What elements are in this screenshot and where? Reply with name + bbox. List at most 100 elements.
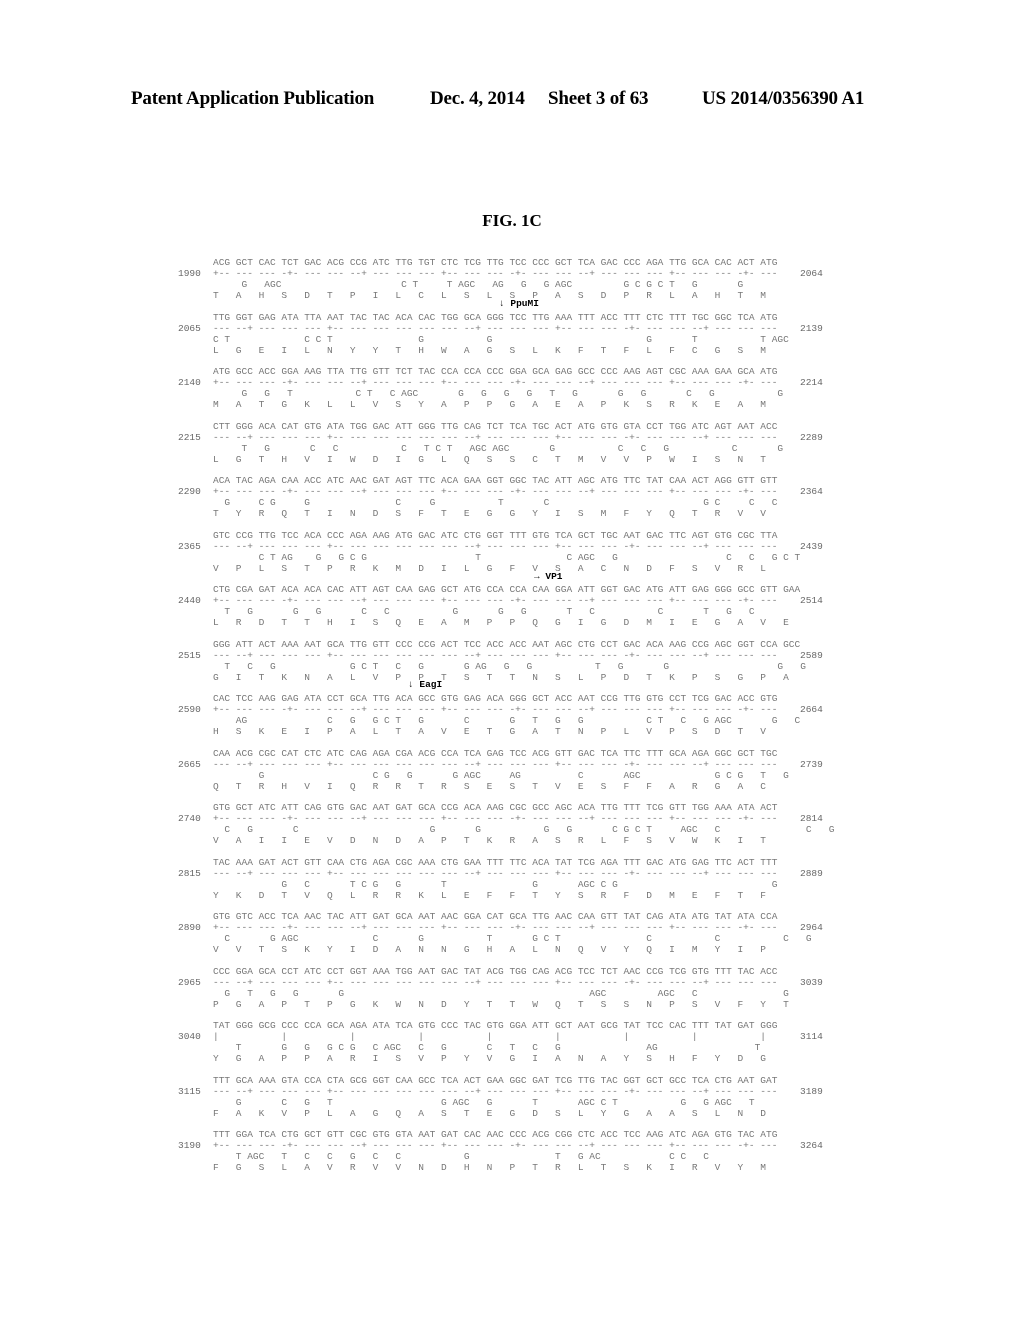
- amino-acid-line: Q T R H V I Q R R T R S E S T V E S F F …: [213, 781, 766, 792]
- dna-sequence-line: TTG GGT GAG ATA TTA AAT TAC TAC ACA CAC …: [213, 312, 778, 323]
- dna-sequence-line: ACG GCT CAC TCT GAC ACG CCG ATC TTG TGT …: [213, 257, 778, 268]
- sequence-block: 2665 2739 CAA ACG CGC CAT CTC ATC CAG AGA …: [0, 748, 1024, 808]
- start-position: 3115: [178, 1086, 201, 1097]
- end-position: 2139: [800, 323, 823, 334]
- dna-sequence-line: TAT GGG GCG CCC CCA GCA AGA ATA TCA GTG …: [213, 1020, 778, 1031]
- variant-line: C G AGC C G T G C T C C C G: [213, 933, 812, 944]
- dna-sequence-line: TTT GGA TCA CTG GCT GTT CGC GTG GTA AAT …: [213, 1129, 778, 1140]
- sequence-block: 2290 2364 ACA TAC AGA CAA ACC ATC AAC GAT …: [0, 475, 1024, 535]
- amino-acid-line: F A K V P L A G Q A S T E G D S L Y G A …: [213, 1108, 766, 1119]
- variant-line: C T AG G G C G T C AGC G C C G C T: [213, 552, 801, 563]
- dna-sequence-line: ATG GCC ACC GGA AAG TTA TTG GTT TCT TAC …: [213, 366, 778, 377]
- start-position: 3040: [178, 1031, 201, 1042]
- tick-line: +-- --- --- -+- --- --- --+ --- --- --- …: [213, 1140, 778, 1151]
- sequence-block: 2215 2289 CTT GGG ACA CAT GTG ATA TGG GAC …: [0, 421, 1024, 481]
- start-position: 2815: [178, 868, 201, 879]
- tick-line: --- --+ --- --- --- +-- --- --- --- --- …: [213, 977, 778, 988]
- amino-acid-line: L G E I L N Y Y T H W A G S L K F T F L …: [213, 345, 766, 356]
- sequence-block: 3040 3114 TAT GGG GCG CCC CCA GCA AGA ATA …: [0, 1020, 1024, 1080]
- start-position: 1990: [178, 268, 201, 279]
- end-position: 2889: [800, 868, 823, 879]
- dna-sequence-line: GTG GCT ATC ATT CAG GTG GAC AAT GAT GCA …: [213, 802, 778, 813]
- eagi-site-label: ↓ EagI: [408, 679, 443, 690]
- start-position: 2740: [178, 813, 201, 824]
- end-position: 2439: [800, 541, 823, 552]
- dna-sequence-line: CTG CGA GAT ACA ACA CAC ATT AGT CAA GAG …: [213, 584, 801, 595]
- end-position: 2814: [800, 813, 823, 824]
- tick-line: --- --+ --- --- --- +-- --- --- --- --- …: [213, 1086, 778, 1097]
- end-position: 2964: [800, 922, 823, 933]
- sequence-block: 3190 3264 TTT GGA TCA CTG GCT GTT CGC GTG …: [0, 1129, 1024, 1189]
- end-position: 2214: [800, 377, 823, 388]
- amino-acid-line: H S K E I P A L T A V E T G A T N P L V …: [213, 726, 766, 737]
- variant-line: T AGC T C C G C C G T G AC C C C: [213, 1151, 709, 1162]
- dna-sequence-line: GTG GTC ACC TCA AAC TAC ATT GAT GCA AAT …: [213, 911, 778, 922]
- vp1-start-label: → VP1: [534, 571, 563, 582]
- variant-line: T G C C C T C T AGC AGC G C C G C G: [213, 443, 784, 454]
- amino-acid-line: F G S L A V R V V N D H N P T R L T S K …: [213, 1162, 766, 1173]
- publication-title: Patent Application Publication: [131, 88, 375, 109]
- sequence-block: 2065 2139 TTG GGT GAG ATA TTA AAT TAC TAC …: [0, 312, 1024, 372]
- amino-acid-line: T Y R Q T I N D S F T E G G Y I S M F Y …: [213, 508, 766, 519]
- start-position: 2215: [178, 432, 201, 443]
- start-position: 2290: [178, 486, 201, 497]
- sequence-block: 2365 2439 GTC CCG TTG TCC ACA CCC AGA AAG …: [0, 530, 1024, 590]
- variant-line: G C G T G AGC G T AGC C T G G AGC T: [213, 1097, 755, 1108]
- tick-line: +-- --- --- -+- --- --- --+ --- --- --- …: [213, 922, 778, 933]
- dna-sequence-line: GGG ATT ACT AAA AAT GCA TTG GTT CCC CCG …: [213, 639, 801, 650]
- variant-line: G C G G G AGC AG C AGC G C G T G: [213, 770, 789, 781]
- end-position: 2589: [800, 650, 823, 661]
- variant-line: T G G G C C G G G T C C T G C: [213, 606, 755, 617]
- ppumi-site-label: ↓ PpuMI: [499, 298, 539, 309]
- dna-sequence-line: TAC AAA GAT ACT GTT CAA CTG AGA CGC AAA …: [213, 857, 778, 868]
- end-position: 2364: [800, 486, 823, 497]
- end-position: 2739: [800, 759, 823, 770]
- variant-line: G G T C T C AGC G G G G T G G G C G G: [213, 388, 784, 399]
- dna-sequence-line: CCC GGA GCA CCT ATC CCT GGT AAA TGG AAT …: [213, 966, 778, 977]
- sheet-number: Sheet 3 of 63: [548, 88, 649, 109]
- dna-sequence-line: TTT GCA AAA GTA CCA CTA GCG GGT CAA GCC …: [213, 1075, 778, 1086]
- figure-label: FIG. 1C: [482, 211, 542, 230]
- start-position: 2140: [178, 377, 201, 388]
- tick-line: --- --+ --- --- --- +-- --- --- --- --- …: [213, 759, 778, 770]
- tick-line: +-- --- --- -+- --- --- --+ --- --- --- …: [213, 268, 778, 279]
- tick-line: | | | | | | | | |: [213, 1031, 766, 1042]
- variant-line: T C G G C T C G G AG G G T G G G G: [213, 661, 806, 672]
- amino-acid-line: M A T G K L L V S Y A P P G A E A P K S …: [213, 399, 766, 410]
- patent-number: US 2014/0356390 A1: [702, 88, 865, 109]
- tick-line: --- --+ --- --- --- +-- --- --- --- --- …: [213, 541, 778, 552]
- start-position: 2890: [178, 922, 201, 933]
- variant-line: G C G G C G T C G C C C: [213, 497, 778, 508]
- amino-acid-line: V V T S K Y I D A N N G H A L N Q V Y Q …: [213, 944, 766, 955]
- tick-line: --- --+ --- --- --- +-- --- --- --- --- …: [213, 868, 778, 879]
- sequence-block: 2965 3039 CCC GGA GCA CCT ATC CCT GGT AAA …: [0, 966, 1024, 1026]
- start-position: 2515: [178, 650, 201, 661]
- amino-acid-line: G I T K N A L V P P T S T T N S L P D T …: [213, 672, 789, 683]
- start-position: 2065: [178, 323, 201, 334]
- end-position: 2514: [800, 595, 823, 606]
- tick-line: +-- --- --- -+- --- --- --+ --- --- --- …: [213, 813, 778, 824]
- start-position: 2590: [178, 704, 201, 715]
- amino-acid-line: T A H S D T P I L C L S L S P A S D P R …: [213, 290, 766, 301]
- sequence-block: 2515 2589 GGG ATT ACT AAA AAT GCA TTG GTT …: [0, 639, 1024, 699]
- variant-line: AG C G G C T G C G T G G C T C G AGC G C: [213, 715, 801, 726]
- end-position: 3264: [800, 1140, 823, 1151]
- sequence-block: 3115 3189 TTT GCA AAA GTA CCA CTA GCG GGT …: [0, 1075, 1024, 1135]
- end-position: 2289: [800, 432, 823, 443]
- end-position: 3039: [800, 977, 823, 988]
- start-position: 2965: [178, 977, 201, 988]
- variant-line: G C T C G G T G AGC C G G: [213, 879, 778, 890]
- tick-line: --- --+ --- --- --- +-- --- --- --- --- …: [213, 432, 778, 443]
- tick-line: +-- --- --- -+- --- --- --+ --- --- --- …: [213, 486, 778, 497]
- tick-line: +-- --- --- -+- --- --- --+ --- --- --- …: [213, 704, 778, 715]
- dna-sequence-line: ACA TAC AGA CAA ACC ATC AAC GAT AGT TTC …: [213, 475, 778, 486]
- end-position: 2664: [800, 704, 823, 715]
- sequence-block: 2740 2814 GTG GCT ATC ATT CAG GTG GAC AAT …: [0, 802, 1024, 862]
- start-position: 2665: [178, 759, 201, 770]
- end-position: 3189: [800, 1086, 823, 1097]
- sequence-block: 2815 2889 TAC AAA GAT ACT GTT CAA CTG AGA …: [0, 857, 1024, 917]
- sequence-block: 2590 2664 CAC TCC AAG GAG ATA CCT GCA TTG …: [0, 693, 1024, 753]
- amino-acid-line: L G T H V I W D I G L Q S S C T M V V P …: [213, 454, 766, 465]
- variant-line: C G C G G G G C G C T AGC C C G: [213, 824, 835, 835]
- dna-sequence-line: GTC CCG TTG TCC ACA CCC AGA AAG ATG GAC …: [213, 530, 778, 541]
